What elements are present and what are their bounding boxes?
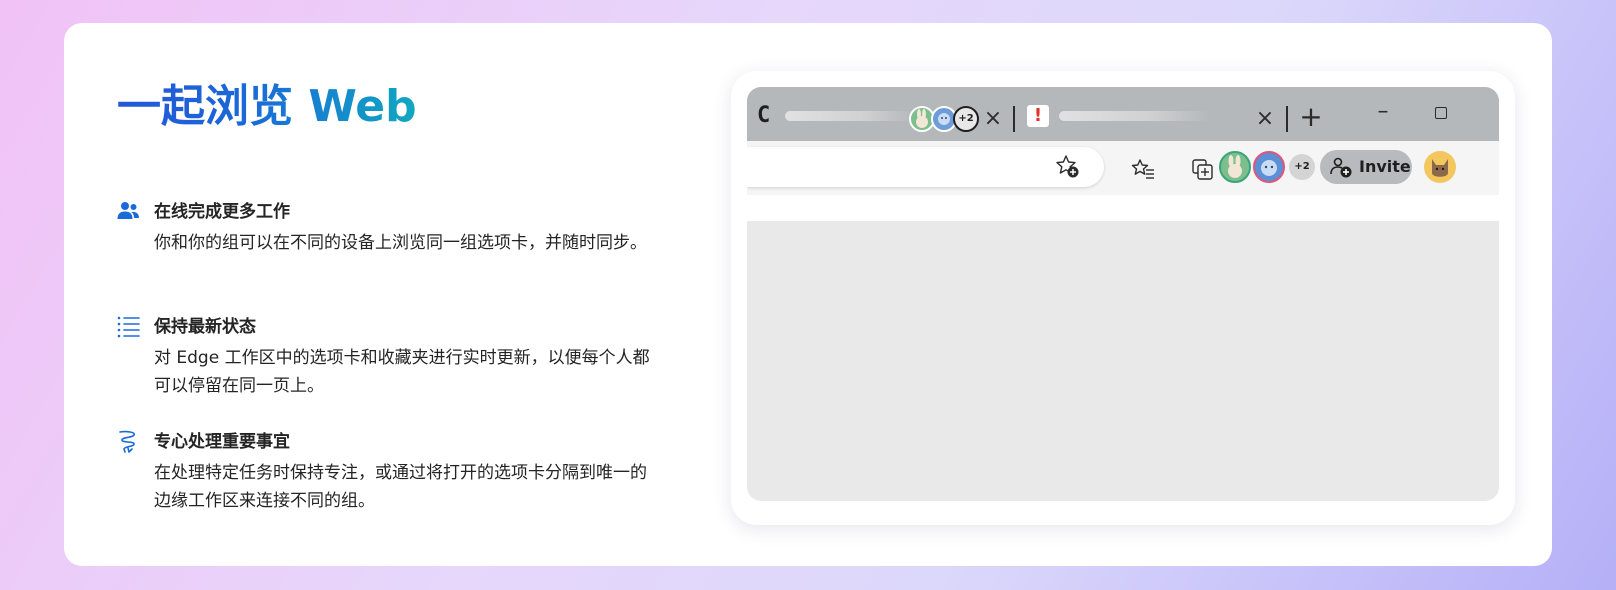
add-favorite-icon[interactable]	[1055, 154, 1081, 180]
tab-separator	[1013, 106, 1015, 132]
invite-button[interactable]: Invite	[1320, 150, 1412, 184]
feature-title: 专心处理重要事宜	[154, 432, 290, 452]
page-title: 一起浏览 Web	[117, 81, 417, 132]
people-icon	[117, 202, 139, 219]
tab-bar: C +2 × ! × + –	[747, 87, 1499, 141]
tab-title-placeholder	[1059, 111, 1209, 121]
extra-collaborators-badge[interactable]: +2	[1289, 154, 1315, 180]
tab-favicon-c: C	[757, 103, 771, 128]
feature-card: 一起浏览 Web 在线完成更多工作 你和你的组可以在不同的设备上浏览同一组选项卡…	[64, 23, 1552, 566]
new-tab-icon[interactable]: +	[1299, 103, 1323, 131]
profile-avatar[interactable]	[1424, 151, 1456, 183]
maximize-icon[interactable]	[1435, 107, 1447, 119]
minimize-icon[interactable]: –	[1373, 101, 1393, 123]
browser-mockup-frame: C +2 × ! × + – +2 Invite	[731, 71, 1515, 525]
feature-title: 保持最新状态	[154, 317, 256, 337]
invite-label: Invite	[1359, 157, 1411, 176]
close-tab-icon[interactable]: ×	[983, 108, 1003, 130]
add-person-icon	[1330, 157, 1352, 178]
bunny-icon	[916, 109, 928, 128]
creature-icon	[938, 113, 950, 125]
collaborator-avatar-bunny	[1219, 151, 1251, 183]
cat-icon	[1432, 159, 1448, 177]
tab-separator	[1286, 106, 1288, 132]
focus-squiggle-icon	[119, 430, 136, 453]
tab-title-placeholder	[785, 111, 915, 121]
list-icon	[117, 316, 140, 338]
collections-icon[interactable]	[1191, 158, 1215, 182]
browser-mockup: C +2 × ! × + – +2 Invite	[747, 87, 1499, 501]
feature-description: 你和你的组可以在不同的设备上浏览同一组选项卡，并随时同步。	[154, 233, 647, 253]
feature-description: 对 Edge 工作区中的选项卡和收藏夹进行实时更新，以便每个人都可以停留在同一页…	[154, 348, 650, 396]
bunny-icon	[1228, 155, 1242, 178]
address-bar[interactable]	[747, 147, 1104, 187]
collaborator-avatar-blue	[1253, 151, 1285, 183]
extra-collaborators-badge[interactable]: +2	[953, 106, 979, 132]
favorites-icon[interactable]	[1131, 158, 1155, 182]
page-content-area	[747, 221, 1499, 501]
tab-favicon-alert: !	[1027, 105, 1049, 127]
feature-description: 在处理特定任务时保持专注，或通过将打开的选项卡分隔到唯一的边缘工作区来连接不同的…	[154, 463, 647, 511]
feature-title: 在线完成更多工作	[154, 202, 290, 222]
close-tab-icon[interactable]: ×	[1255, 108, 1275, 130]
toolbar: +2 Invite	[747, 141, 1499, 195]
creature-icon	[1261, 160, 1277, 176]
